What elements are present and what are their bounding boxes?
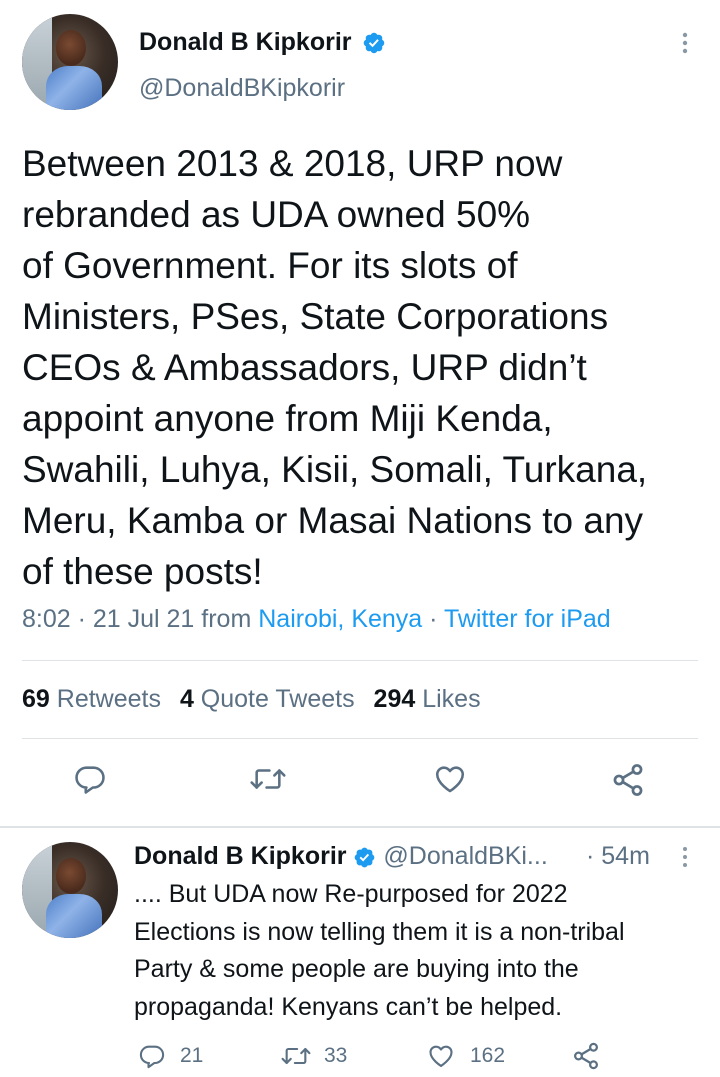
retweet-count: 33	[324, 1044, 348, 1067]
quotes-label: Quote Tweets	[200, 685, 355, 713]
section-divider	[0, 826, 720, 828]
tweet-text: Between 2013 & 2018, URP now rebranded a…	[22, 138, 647, 597]
author-name[interactable]: Donald B Kipkorir	[139, 28, 386, 57]
divider	[22, 738, 698, 739]
author-handle[interactable]: @DonaldBKipkorir	[139, 74, 345, 103]
likes-stat[interactable]: 294 Likes	[374, 685, 481, 713]
reply-text-line: propaganda! Kenyans can’t be helped.	[134, 992, 563, 1021]
tweet-text-line: Between 2013 & 2018, URP now	[22, 143, 563, 184]
reply-action-reply[interactable]: 21	[138, 1041, 203, 1071]
tweet-text-line: Ministers, PSes, State Corporations	[22, 296, 609, 337]
reply-author-handle[interactable]: @DonaldBKi...	[383, 842, 547, 870]
author-name-text: Donald B Kipkorir	[139, 28, 352, 56]
verified-badge-icon	[355, 847, 375, 868]
reply-text-line: Elections is now telling them it is a no…	[134, 917, 625, 946]
reply-author-name[interactable]: Donald B Kipkorir	[134, 842, 347, 870]
tweet-text-line: of these posts!	[22, 551, 263, 592]
reply-action-retweet[interactable]: 33	[280, 1041, 347, 1071]
retweet-icon[interactable]	[249, 762, 287, 796]
tweet-text-line: Swahili, Luhya, Kisii, Somali, Turkana,	[22, 449, 648, 490]
share-icon[interactable]	[571, 1041, 601, 1071]
reply-count: 21	[180, 1044, 204, 1067]
tweet-stats: 69 Retweets 4 Quote Tweets 294 Likes	[22, 685, 481, 714]
tweet-source-link[interactable]: Twitter for iPad	[444, 605, 611, 633]
reply-text-line: .... But UDA now Re-purposed for 2022	[134, 880, 568, 908]
tweet-text-line: rebranded as UDA owned 50%	[22, 194, 531, 235]
reply-text-line: Party & some people are buying into the	[134, 955, 579, 983]
tweet-location-link[interactable]: Nairobi, Kenya	[258, 605, 422, 633]
meta-separator: ·	[422, 605, 444, 633]
tweet-meta: 8:02 · 21 Jul 21 from Nairobi, Kenya · T…	[22, 605, 611, 634]
like-icon	[429, 1045, 453, 1067]
quotes-count: 4	[179, 685, 194, 713]
like-icon[interactable]	[432, 762, 468, 796]
tweet-text-line: CEOs & Ambassadors, URP didn’t	[22, 347, 587, 388]
tweet-text-line: of Government. For its slots of	[22, 245, 518, 286]
more-options-icon[interactable]	[674, 30, 696, 56]
tweet-text-line: appoint anyone from Miji Kenda,	[22, 398, 553, 439]
likes-label: Likes	[422, 685, 481, 713]
author-avatar[interactable]	[22, 14, 118, 110]
reply-time[interactable]: · 54m	[586, 842, 650, 871]
reply-icon[interactable]	[73, 762, 107, 796]
reply-author-avatar[interactable]	[22, 842, 118, 938]
reply-more-options-icon[interactable]	[674, 844, 696, 870]
likes-count: 294	[373, 685, 416, 713]
retweet-icon	[281, 1047, 311, 1065]
divider	[22, 660, 698, 661]
tweet-timestamp[interactable]: 8:02 · 21 Jul 21 from	[22, 605, 258, 633]
share-icon[interactable]	[610, 762, 646, 798]
verified-badge-icon	[364, 33, 385, 54]
reply-text: .... But UDA now Re-purposed for 2022 El…	[134, 876, 625, 1026]
reply-icon	[139, 1045, 165, 1069]
retweets-stat[interactable]: 69 Retweets	[22, 685, 168, 713]
quotes-stat[interactable]: 4 Quote Tweets	[180, 685, 362, 713]
retweets-label: Retweets	[56, 685, 161, 713]
like-count: 162	[470, 1044, 506, 1067]
tweet-text-line: Meru, Kamba or Masai Nations to any	[22, 500, 644, 541]
reply-action-like[interactable]: 162	[426, 1041, 505, 1071]
retweets-count: 69	[22, 685, 50, 713]
reply-header: Donald B Kipkorir @DonaldBKi...	[134, 842, 548, 871]
